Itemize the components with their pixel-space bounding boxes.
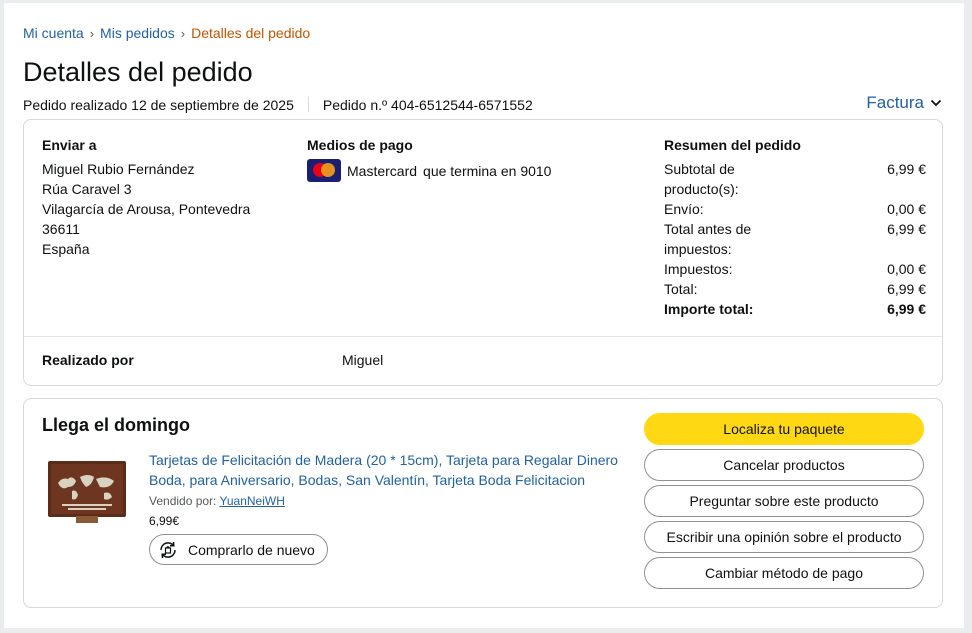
product-price: 6,99€ — [149, 514, 180, 528]
order-meta: Pedido realizado 12 de septiembre de 202… — [23, 97, 533, 113]
payment-line: Mastercard que termina en 9010 — [307, 159, 607, 182]
order-info-card: Enviar a Miguel Rubio Fernández Rúa Cara… — [23, 119, 943, 386]
seller-link[interactable]: YuanNeiWH — [220, 494, 285, 508]
chevron-down-icon — [930, 99, 942, 107]
track-package-button[interactable]: Localiza tu paquete — [644, 413, 924, 445]
breadcrumb-separator: › — [89, 26, 95, 41]
buy-again-button[interactable]: Comprarlo de nuevo — [149, 534, 328, 565]
order-number: Pedido n.º 404-6512544-6571552 — [322, 97, 533, 113]
summary-row: Total antes de impuestos: 6,99 € — [664, 219, 926, 259]
summary-heading: Resumen del pedido — [664, 137, 801, 153]
write-review-button[interactable]: Escribir una opinión sobre el producto — [644, 521, 924, 553]
sold-by: Vendido por: YuanNeiWH — [149, 493, 629, 509]
shipment-card: Llega el domingo Tarjetas de Felicitació… — [23, 398, 943, 608]
address-line: España — [42, 241, 90, 257]
order-details-page: Mi cuenta › Mis pedidos › Detalles del pedid… — [4, 3, 964, 628]
summary-row: Impuestos: 0,00 € — [664, 259, 926, 279]
buy-again-icon — [160, 541, 176, 558]
grand-total-value: 6,99 € — [887, 301, 926, 317]
page-title: Detalles del pedido — [23, 57, 253, 87]
product-title-link[interactable]: Tarjetas de Felicitación de Madera (20 *… — [149, 450, 629, 490]
address-line: Vilagarcía de Arousa, Pontevedra — [42, 201, 251, 217]
summary-label: Envío: — [664, 201, 704, 217]
address-line: Miguel Rubio Fernández — [42, 161, 195, 177]
divider — [24, 336, 942, 337]
summary-value: 6,99 € — [887, 221, 926, 237]
summary-value: 6,99 € — [887, 161, 926, 177]
card-brand: Mastercard — [347, 162, 418, 179]
summary-value: 6,99 € — [887, 281, 926, 297]
address-line: 36611 — [42, 221, 80, 237]
ask-product-question-button[interactable]: Preguntar sobre este producto — [644, 485, 924, 517]
summary-row: Total: 6,99 € — [664, 279, 926, 299]
meta-divider — [307, 97, 309, 112]
breadcrumb-current: Detalles del pedido — [191, 25, 311, 41]
sold-by-label: Vendido por: — [149, 494, 217, 508]
grand-total-label: Importe total: — [664, 301, 754, 317]
invoice-label: Factura — [866, 93, 924, 112]
grand-total-row: Importe total: 6,99 € — [664, 299, 926, 319]
product-image[interactable] — [48, 461, 126, 523]
summary-value: 0,00 € — [887, 201, 926, 217]
payment-method: Medios de pago Mastercard que termina en… — [307, 135, 607, 182]
breadcrumb-my-orders[interactable]: Mis pedidos — [100, 25, 175, 41]
summary-value: 0,00 € — [887, 261, 926, 277]
cancel-items-button[interactable]: Cancelar productos — [644, 449, 924, 481]
payment-heading: Medios de pago — [307, 137, 413, 153]
summary-label: Total antes de impuestos: — [664, 221, 752, 257]
delivery-status: Llega el domingo — [42, 415, 191, 435]
shipping-address: Enviar a Miguel Rubio Fernández Rúa Cara… — [42, 135, 282, 259]
summary-row: Subtotal de producto(s): 6,99 € — [664, 159, 926, 199]
invoice-dropdown[interactable]: Factura — [866, 93, 942, 113]
product-info: Tarjetas de Felicitación de Madera (20 *… — [149, 450, 629, 565]
breadcrumb-my-account[interactable]: Mi cuenta — [23, 25, 84, 41]
address-line: Rúa Caravel 3 — [42, 181, 132, 197]
placed-by-value: Miguel — [342, 352, 384, 368]
order-summary: Resumen del pedido Subtotal de producto(… — [664, 135, 926, 319]
mastercard-icon — [307, 159, 341, 182]
change-payment-button[interactable]: Cambiar método de pago — [644, 557, 924, 589]
breadcrumb-separator: › — [180, 26, 186, 41]
summary-label: Impuestos: — [664, 261, 733, 277]
summary-label: Subtotal de producto(s): — [664, 161, 739, 197]
breadcrumb: Mi cuenta › Mis pedidos › Detalles del pedid… — [23, 25, 310, 41]
buy-again-label: Comprarlo de nuevo — [188, 541, 315, 558]
summary-label: Total: — [664, 281, 698, 297]
order-actions: Localiza tu paquete Cancelar productos P… — [644, 413, 924, 593]
card-ending: que termina en 9010 — [423, 162, 552, 179]
shipping-heading: Enviar a — [42, 137, 97, 153]
order-date: Pedido realizado 12 de septiembre de 202… — [23, 97, 294, 113]
summary-row: Envío: 0,00 € — [664, 199, 926, 219]
placed-by-label: Realizado por — [42, 352, 134, 368]
